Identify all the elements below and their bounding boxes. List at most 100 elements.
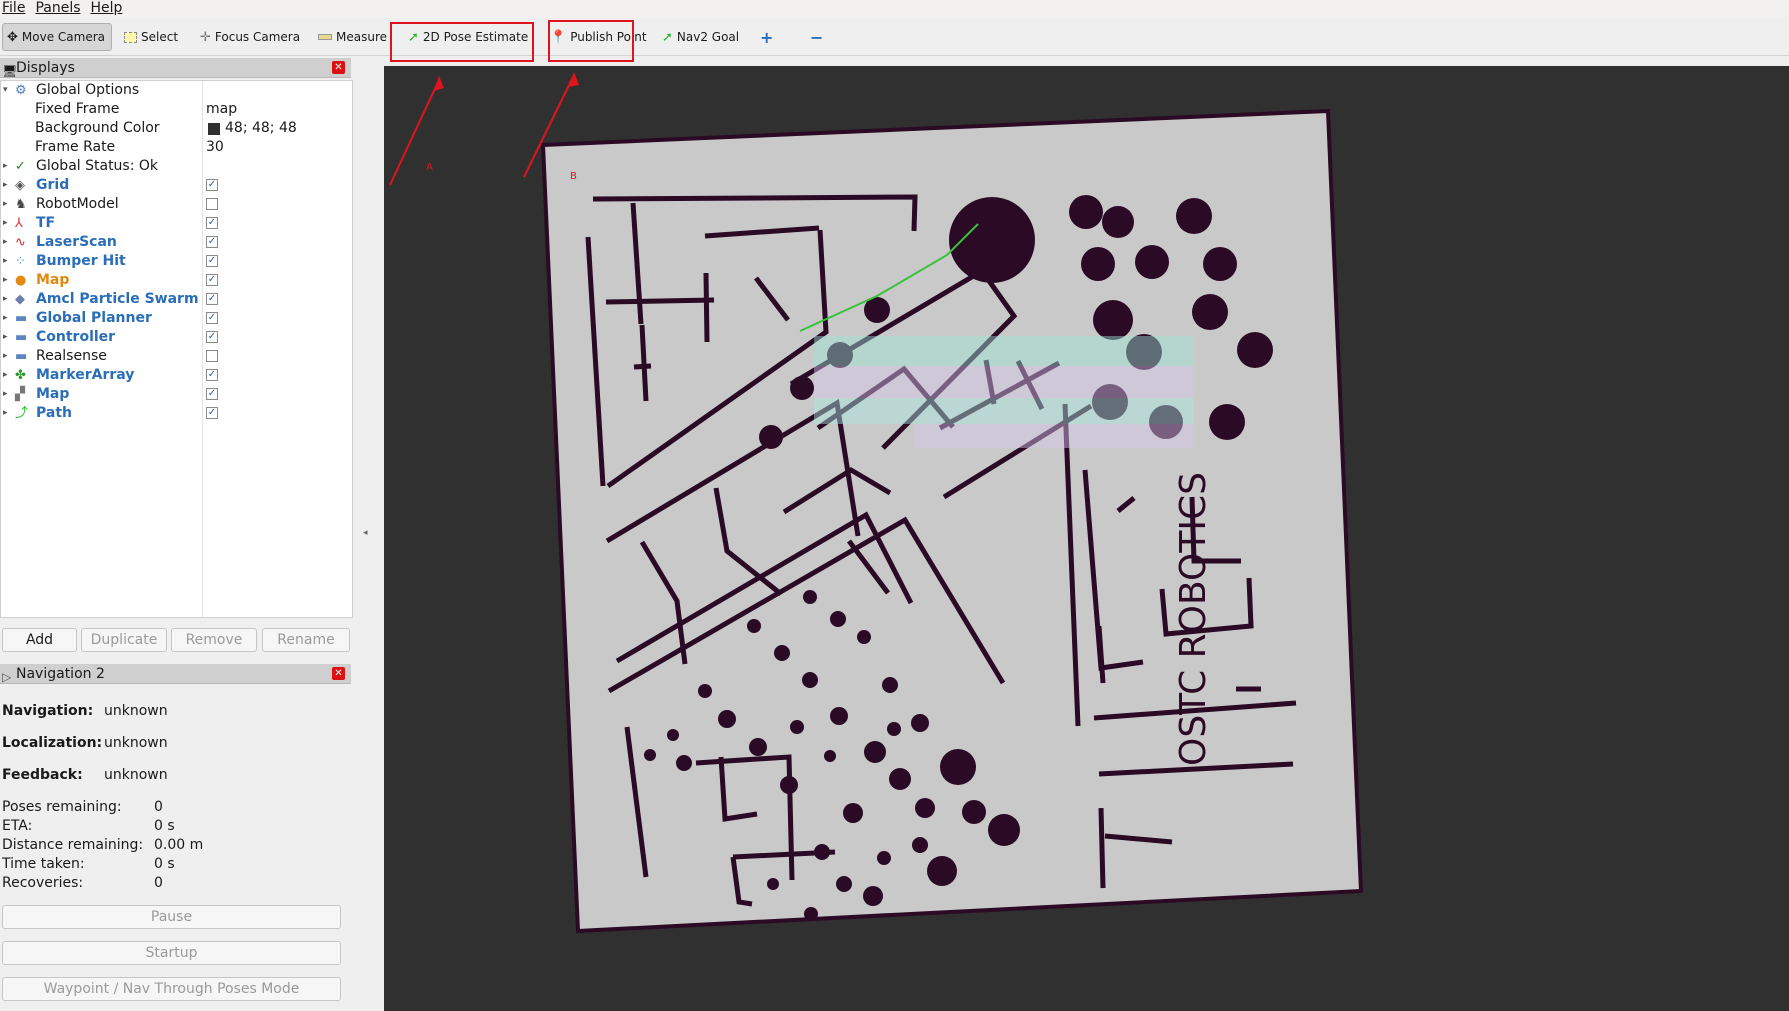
visibility-checkbox[interactable]: ✓ <box>206 388 218 400</box>
tree-row-tf[interactable]: ▸ ⅄ TF ✓ <box>1 214 352 233</box>
expand-arrow-icon[interactable]: ▸ <box>3 366 8 385</box>
folder-icon: ▬ <box>15 311 28 326</box>
measure-button[interactable]: Measure <box>318 23 387 51</box>
tree-row-path[interactable]: ▸ ⤴ Path ✓ <box>1 404 352 423</box>
visibility-checkbox[interactable]: ✓ <box>206 369 218 381</box>
tree-row-realsense[interactable]: ▸ ▬ Realsense <box>1 347 352 366</box>
tree-row-map[interactable]: ▸ ● Map ✓ <box>1 271 352 290</box>
panel-splitter[interactable]: ◂ <box>355 58 384 1011</box>
grid-icon: ◈ <box>15 178 25 193</box>
visibility-checkbox[interactable]: ✓ <box>206 293 218 305</box>
tree-row-controller[interactable]: ▸ ▬ Controller ✓ <box>1 328 352 347</box>
markers-icon: ✤ <box>15 368 26 383</box>
annotation-label-a: A <box>426 162 433 173</box>
nav-poses-remaining: Poses remaining: 0 <box>2 799 163 815</box>
tree-row-frame-rate[interactable]: Frame Rate 30 <box>1 138 352 157</box>
focus-camera-button[interactable]: ✛ Focus Camera <box>200 23 300 51</box>
checkmark-icon: ✓ <box>15 159 26 174</box>
annotation-label-b: B <box>570 171 577 182</box>
close-icon[interactable]: ✕ <box>332 667 345 680</box>
move-camera-button[interactable]: ✥ Move Camera <box>2 23 112 51</box>
remove-button[interactable]: Remove <box>171 628 257 652</box>
displays-panel-header: 🖥 Displays ✕ <box>0 58 351 78</box>
map-label-text: OSTC ROBOTICS <box>1173 472 1214 766</box>
select-icon <box>124 31 137 43</box>
rename-button[interactable]: Rename <box>262 628 350 652</box>
tree-row-global-status[interactable]: ▸ ✓ Global Status: Ok <box>1 157 352 176</box>
expand-arrow-icon[interactable]: ▸ <box>3 385 8 404</box>
startup-button[interactable]: Startup <box>2 941 341 965</box>
expand-arrow-icon[interactable]: ▸ <box>3 252 8 271</box>
menu-help[interactable]: Help <box>89 0 131 18</box>
plus-icon: + <box>760 27 774 47</box>
add-tool-button[interactable]: + <box>760 23 777 51</box>
move-camera-icon: ✥ <box>7 29 18 45</box>
ruler-icon <box>318 34 332 40</box>
expand-arrow-icon[interactable]: ▸ <box>3 233 8 252</box>
collapse-left-icon[interactable]: ◂ <box>363 528 368 538</box>
expand-arrow-icon[interactable]: ▸ <box>3 309 8 328</box>
visibility-checkbox[interactable]: ✓ <box>206 179 218 191</box>
nav-status-navigation: Navigation: unknown <box>2 703 168 719</box>
expand-arrow-icon[interactable]: ▸ <box>3 157 8 176</box>
expand-arrow-icon[interactable]: ▸ <box>3 195 8 214</box>
tree-row-markerarray[interactable]: ▸ ✤ MarkerArray ✓ <box>1 366 352 385</box>
navigation-panel-header: ▷ Navigation 2 ✕ <box>0 664 351 684</box>
visibility-checkbox[interactable]: ✓ <box>206 255 218 267</box>
nav-time-taken: Time taken: 0 s <box>2 856 175 872</box>
tree-row-map-2[interactable]: ▸ ▞ Map ✓ <box>1 385 352 404</box>
select-button[interactable]: Select <box>124 23 178 51</box>
visibility-checkbox[interactable]: ✓ <box>206 236 218 248</box>
expand-arrow-icon[interactable]: ▸ <box>3 328 8 347</box>
gear-icon: ⚙ <box>15 83 27 98</box>
map-icon: ▞ <box>15 387 25 402</box>
map-canvas: OSTC ROBOTICS A B <box>389 72 1364 934</box>
tree-row-global-options[interactable]: ▾ ⚙ Global Options <box>1 81 352 100</box>
menu-file[interactable]: File <box>0 0 33 18</box>
expand-arrow-icon[interactable]: ▸ <box>3 290 8 309</box>
expand-arrow-icon[interactable]: ▸ <box>3 176 8 195</box>
toolbar: ✥ Move Camera Select ✛ Focus Camera Measur… <box>0 18 1789 56</box>
minus-icon: − <box>810 27 824 47</box>
nav-distance-remaining: Distance remaining: 0.00 m <box>2 837 204 853</box>
tree-row-fixed-frame[interactable]: Fixed Frame map <box>1 100 352 119</box>
focus-camera-icon: ✛ <box>200 29 211 45</box>
3d-viewport[interactable]: OSTC ROBOTICS A B <box>384 66 1789 1011</box>
visibility-checkbox[interactable]: ✓ <box>206 407 218 419</box>
tree-row-background-color[interactable]: Background Color 48; 48; 48 <box>1 119 352 138</box>
tree-row-laserscan[interactable]: ▸ ∿ LaserScan ✓ <box>1 233 352 252</box>
path-icon: ⤴ <box>15 406 29 421</box>
expand-arrow-icon[interactable]: ▸ <box>3 271 8 290</box>
add-button[interactable]: Add <box>2 628 77 652</box>
nav2-goal-button[interactable]: ➚ Nav2 Goal <box>662 23 739 51</box>
close-icon[interactable]: ✕ <box>332 61 345 74</box>
menu-panels[interactable]: Panels <box>33 0 88 18</box>
tree-row-amcl-particle-swarm[interactable]: ▸ ◆ Amcl Particle Swarm ✓ <box>1 290 352 309</box>
green-arrow-icon: ➚ <box>662 29 673 45</box>
tree-row-robotmodel[interactable]: ▸ ♞ RobotModel <box>1 195 352 214</box>
visibility-checkbox[interactable]: ✓ <box>206 217 218 229</box>
waypoint-mode-button[interactable]: Waypoint / Nav Through Poses Mode <box>2 977 341 1001</box>
expand-arrow-icon[interactable]: ▸ <box>3 347 8 366</box>
visibility-checkbox[interactable] <box>206 198 218 210</box>
color-swatch[interactable] <box>208 123 220 135</box>
tree-row-grid[interactable]: ▸ ◈ Grid ✓ <box>1 176 352 195</box>
folder-icon: ▬ <box>15 349 28 364</box>
visibility-checkbox[interactable]: ✓ <box>206 274 218 286</box>
highlight-box-a <box>390 22 534 62</box>
navigation-title: Navigation 2 <box>16 666 105 682</box>
tree-row-global-planner[interactable]: ▸ ▬ Global Planner ✓ <box>1 309 352 328</box>
remove-tool-button[interactable]: − <box>810 23 827 51</box>
visibility-checkbox[interactable]: ✓ <box>206 331 218 343</box>
points-icon: ⁘ <box>15 254 26 269</box>
nav-eta: ETA: 0 s <box>2 818 175 834</box>
expand-arrow-icon[interactable]: ▸ <box>3 404 8 423</box>
nav-status-localization: Localization: unknown <box>2 735 168 751</box>
duplicate-button[interactable]: Duplicate <box>81 628 167 652</box>
visibility-checkbox[interactable] <box>206 350 218 362</box>
expand-arrow-icon[interactable]: ▸ <box>3 214 8 233</box>
visibility-checkbox[interactable]: ✓ <box>206 312 218 324</box>
pause-button[interactable]: Pause <box>2 905 341 929</box>
collapse-arrow-icon[interactable]: ▾ <box>3 81 8 100</box>
tree-row-bumper-hit[interactable]: ▸ ⁘ Bumper Hit ✓ <box>1 252 352 271</box>
